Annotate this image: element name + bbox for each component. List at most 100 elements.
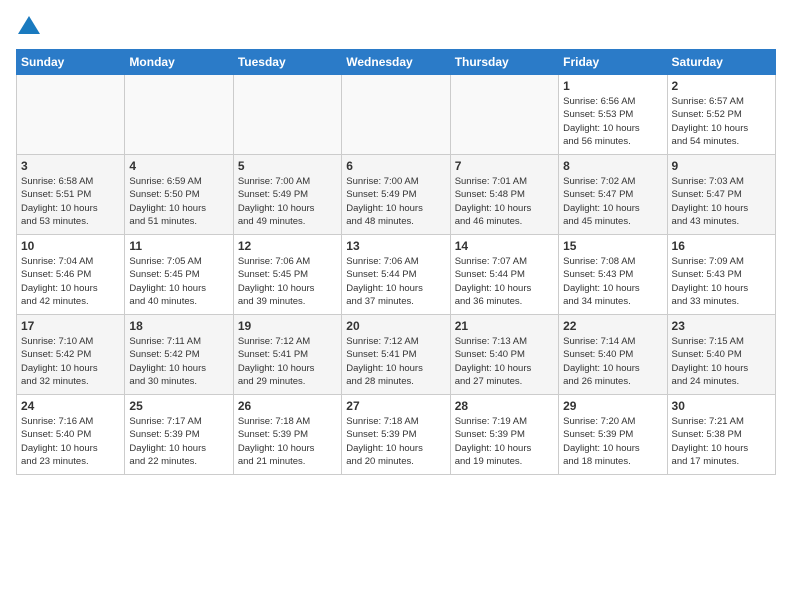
day-info: Sunrise: 7:14 AMSunset: 5:40 PMDaylight:… <box>563 335 662 388</box>
calendar-cell: 16 Sunrise: 7:09 AMSunset: 5:43 PMDayligh… <box>667 235 775 315</box>
week-row-4: 17 Sunrise: 7:10 AMSunset: 5:42 PMDayligh… <box>17 315 776 395</box>
day-info: Sunrise: 7:13 AMSunset: 5:40 PMDaylight:… <box>455 335 554 388</box>
day-info: Sunrise: 7:03 AMSunset: 5:47 PMDaylight:… <box>672 175 771 228</box>
day-number: 24 <box>21 399 120 413</box>
week-row-5: 24 Sunrise: 7:16 AMSunset: 5:40 PMDayligh… <box>17 395 776 475</box>
calendar-cell: 19 Sunrise: 7:12 AMSunset: 5:41 PMDayligh… <box>233 315 341 395</box>
calendar-cell: 14 Sunrise: 7:07 AMSunset: 5:44 PMDayligh… <box>450 235 558 315</box>
day-number: 10 <box>21 239 120 253</box>
calendar-cell <box>342 75 450 155</box>
day-number: 16 <box>672 239 771 253</box>
day-info: Sunrise: 7:08 AMSunset: 5:43 PMDaylight:… <box>563 255 662 308</box>
day-number: 27 <box>346 399 445 413</box>
day-info: Sunrise: 6:56 AMSunset: 5:53 PMDaylight:… <box>563 95 662 148</box>
day-info: Sunrise: 7:15 AMSunset: 5:40 PMDaylight:… <box>672 335 771 388</box>
calendar-cell: 22Sunrise: 7:14 AMSunset: 5:40 PMDayligh… <box>559 315 667 395</box>
weekday-header-friday: Friday <box>559 50 667 75</box>
day-info: Sunrise: 6:57 AMSunset: 5:52 PMDaylight:… <box>672 95 771 148</box>
calendar-cell: 15 Sunrise: 7:08 AMSunset: 5:43 PMDayligh… <box>559 235 667 315</box>
day-number: 19 <box>238 319 337 333</box>
day-info: Sunrise: 7:19 AMSunset: 5:39 PMDaylight:… <box>455 415 554 468</box>
day-number: 7 <box>455 159 554 173</box>
day-number: 28 <box>455 399 554 413</box>
calendar-cell: 6Sunrise: 7:00 AMSunset: 5:49 PMDaylight… <box>342 155 450 235</box>
day-info: Sunrise: 7:16 AMSunset: 5:40 PMDaylight:… <box>21 415 120 468</box>
day-info: Sunrise: 7:21 AMSunset: 5:38 PMDaylight:… <box>672 415 771 468</box>
logo <box>16 16 40 39</box>
day-info: Sunrise: 6:58 AMSunset: 5:51 PMDaylight:… <box>21 175 120 228</box>
day-info: Sunrise: 7:07 AMSunset: 5:44 PMDaylight:… <box>455 255 554 308</box>
day-info: Sunrise: 7:01 AMSunset: 5:48 PMDaylight:… <box>455 175 554 228</box>
day-info: Sunrise: 7:04 AMSunset: 5:46 PMDaylight:… <box>21 255 120 308</box>
calendar-cell: 26 Sunrise: 7:18 AMSunset: 5:39 PMDayligh… <box>233 395 341 475</box>
day-number: 14 <box>455 239 554 253</box>
calendar-cell: 18 Sunrise: 7:11 AMSunset: 5:42 PMDayligh… <box>125 315 233 395</box>
day-number: 2 <box>672 79 771 93</box>
calendar-cell: 30 Sunrise: 7:21 AMSunset: 5:38 PMDayligh… <box>667 395 775 475</box>
weekday-header-tuesday: Tuesday <box>233 50 341 75</box>
day-info: Sunrise: 7:06 AMSunset: 5:45 PMDaylight:… <box>238 255 337 308</box>
day-number: 20 <box>346 319 445 333</box>
calendar-cell: 7 Sunrise: 7:01 AMSunset: 5:48 PMDaylight… <box>450 155 558 235</box>
week-row-2: 3 Sunrise: 6:58 AMSunset: 5:51 PMDaylight… <box>17 155 776 235</box>
day-number: 17 <box>21 319 120 333</box>
calendar-cell: 20 Sunrise: 7:12 AMSunset: 5:41 PMDayligh… <box>342 315 450 395</box>
day-number: 13 <box>346 239 445 253</box>
day-number: 3 <box>21 159 120 173</box>
day-number: 1 <box>563 79 662 93</box>
weekday-header-thursday: Thursday <box>450 50 558 75</box>
weekday-header-sunday: Sunday <box>17 50 125 75</box>
header <box>16 16 776 39</box>
header-row: SundayMondayTuesdayWednesdayThursdayFrid… <box>17 50 776 75</box>
day-number: 9 <box>672 159 771 173</box>
day-number: 15 <box>563 239 662 253</box>
day-info: Sunrise: 7:18 AMSunset: 5:39 PMDaylight:… <box>238 415 337 468</box>
day-info: Sunrise: 7:06 AMSunset: 5:44 PMDaylight:… <box>346 255 445 308</box>
calendar-table: SundayMondayTuesdayWednesdayThursdayFrid… <box>16 49 776 475</box>
day-info: Sunrise: 7:05 AMSunset: 5:45 PMDaylight:… <box>129 255 228 308</box>
day-info: Sunrise: 7:00 AMSunset: 5:49 PMDaylight:… <box>346 175 445 228</box>
calendar-cell: 29Sunrise: 7:20 AMSunset: 5:39 PMDayligh… <box>559 395 667 475</box>
calendar-cell: 5Sunrise: 7:00 AMSunset: 5:49 PMDaylight… <box>233 155 341 235</box>
calendar-cell: 8 Sunrise: 7:02 AMSunset: 5:47 PMDaylight… <box>559 155 667 235</box>
day-number: 23 <box>672 319 771 333</box>
calendar-cell <box>17 75 125 155</box>
day-number: 30 <box>672 399 771 413</box>
day-number: 21 <box>455 319 554 333</box>
day-info: Sunrise: 7:12 AMSunset: 5:41 PMDaylight:… <box>238 335 337 388</box>
calendar-cell: 27 Sunrise: 7:18 AMSunset: 5:39 PMDayligh… <box>342 395 450 475</box>
day-info: Sunrise: 7:00 AMSunset: 5:49 PMDaylight:… <box>238 175 337 228</box>
weekday-header-monday: Monday <box>125 50 233 75</box>
calendar-cell: 1 Sunrise: 6:56 AMSunset: 5:53 PMDaylight… <box>559 75 667 155</box>
day-number: 8 <box>563 159 662 173</box>
day-info: Sunrise: 7:11 AMSunset: 5:42 PMDaylight:… <box>129 335 228 388</box>
day-info: Sunrise: 7:12 AMSunset: 5:41 PMDaylight:… <box>346 335 445 388</box>
calendar-cell: 25Sunrise: 7:17 AMSunset: 5:39 PMDayligh… <box>125 395 233 475</box>
calendar-cell: 9 Sunrise: 7:03 AMSunset: 5:47 PMDaylight… <box>667 155 775 235</box>
day-info: Sunrise: 6:59 AMSunset: 5:50 PMDaylight:… <box>129 175 228 228</box>
calendar-cell: 10 Sunrise: 7:04 AMSunset: 5:46 PMDayligh… <box>17 235 125 315</box>
weekday-header-wednesday: Wednesday <box>342 50 450 75</box>
day-number: 25 <box>129 399 228 413</box>
week-row-3: 10 Sunrise: 7:04 AMSunset: 5:46 PMDayligh… <box>17 235 776 315</box>
day-number: 12 <box>238 239 337 253</box>
day-number: 26 <box>238 399 337 413</box>
day-info: Sunrise: 7:10 AMSunset: 5:42 PMDaylight:… <box>21 335 120 388</box>
logo-text <box>16 16 40 41</box>
week-row-1: 1 Sunrise: 6:56 AMSunset: 5:53 PMDaylight… <box>17 75 776 155</box>
day-number: 18 <box>129 319 228 333</box>
day-info: Sunrise: 7:09 AMSunset: 5:43 PMDaylight:… <box>672 255 771 308</box>
calendar-cell <box>125 75 233 155</box>
calendar-cell: 2 Sunrise: 6:57 AMSunset: 5:52 PMDaylight… <box>667 75 775 155</box>
day-number: 4 <box>129 159 228 173</box>
day-number: 29 <box>563 399 662 413</box>
calendar-cell: 28 Sunrise: 7:19 AMSunset: 5:39 PMDayligh… <box>450 395 558 475</box>
calendar-cell: 23 Sunrise: 7:15 AMSunset: 5:40 PMDayligh… <box>667 315 775 395</box>
day-info: Sunrise: 7:18 AMSunset: 5:39 PMDaylight:… <box>346 415 445 468</box>
calendar-cell: 21 Sunrise: 7:13 AMSunset: 5:40 PMDayligh… <box>450 315 558 395</box>
day-info: Sunrise: 7:02 AMSunset: 5:47 PMDaylight:… <box>563 175 662 228</box>
logo-icon <box>18 16 40 36</box>
calendar-cell: 11Sunrise: 7:05 AMSunset: 5:45 PMDayligh… <box>125 235 233 315</box>
calendar-cell: 4 Sunrise: 6:59 AMSunset: 5:50 PMDaylight… <box>125 155 233 235</box>
calendar-cell: 13 Sunrise: 7:06 AMSunset: 5:44 PMDayligh… <box>342 235 450 315</box>
